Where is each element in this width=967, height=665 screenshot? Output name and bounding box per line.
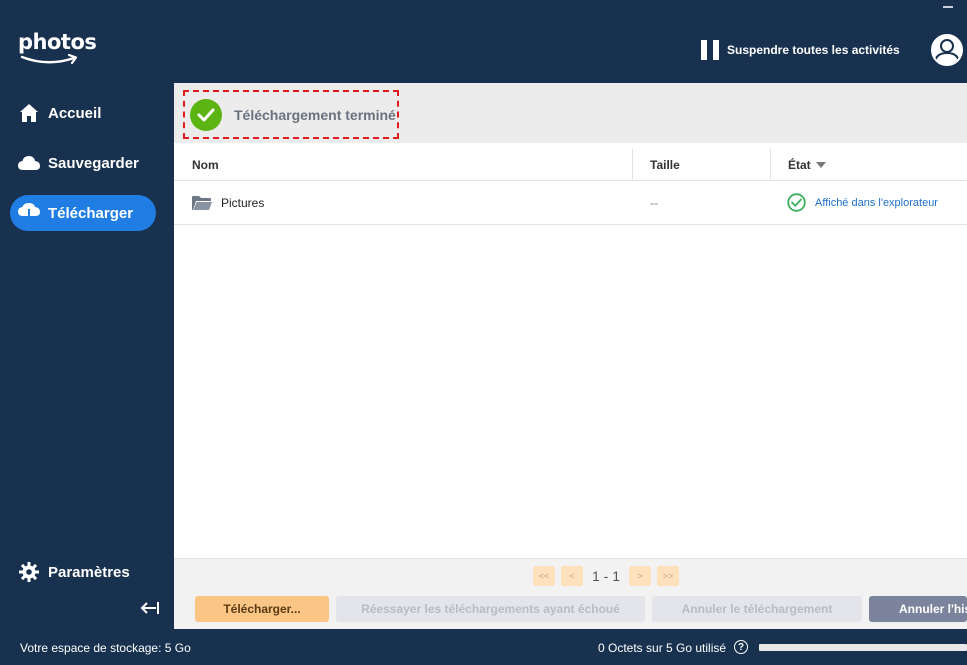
- status-banner: Téléchargement terminé: [174, 83, 967, 143]
- column-divider[interactable]: [770, 149, 771, 180]
- download-button[interactable]: Télécharger...: [195, 596, 329, 622]
- minimize-button[interactable]: [943, 6, 953, 8]
- sidebar: Accueil Sauvegarder Télécharger Paramètr…: [0, 78, 174, 629]
- cancel-download-button[interactable]: Annuler le téléchargement: [652, 596, 862, 622]
- sidebar-item-sauvegarder[interactable]: Sauvegarder: [10, 145, 156, 181]
- status-cell: Affiché dans l'explorateur: [787, 181, 938, 224]
- footer-toolbar: << < 1 - 1 > >> Télécharger... Réessayer…: [174, 558, 967, 629]
- column-header-etat[interactable]: État: [788, 149, 826, 180]
- page-range: 1 - 1: [592, 568, 621, 584]
- home-icon: [18, 102, 40, 124]
- collapse-sidebar-icon[interactable]: [140, 600, 160, 616]
- prev-page-button[interactable]: <: [561, 566, 583, 586]
- title-bar: photos Suspendre toutes les activités: [0, 0, 967, 78]
- app-logo: photos: [18, 30, 97, 54]
- amazon-smile-icon: [20, 53, 78, 65]
- storage-label: Votre espace de stockage: 5 Go: [20, 641, 191, 655]
- sidebar-item-label: Paramètres: [48, 563, 130, 581]
- table-header: Nom Taille État: [174, 149, 967, 181]
- sidebar-item-telecharger[interactable]: Télécharger: [10, 195, 156, 231]
- gear-icon: [18, 561, 40, 583]
- table-row[interactable]: Pictures -- Affiché dans l'explorateur: [174, 181, 967, 225]
- status-message: Téléchargement terminé: [234, 106, 396, 123]
- clear-history-button[interactable]: Annuler l'his: [869, 596, 967, 622]
- pause-all-label: Suspendre toutes les activités: [727, 43, 900, 57]
- pause-all-button[interactable]: Suspendre toutes les activités: [701, 39, 900, 61]
- user-avatar[interactable]: [931, 34, 963, 66]
- sidebar-item-label: Télécharger: [48, 204, 134, 222]
- sidebar-item-label: Accueil: [48, 104, 102, 122]
- user-icon: [933, 36, 961, 64]
- check-circle-icon: [190, 98, 222, 131]
- sort-desc-icon: [815, 161, 826, 168]
- main-content: Téléchargement terminé Nom Taille État P…: [174, 83, 967, 629]
- status-highlight: Téléchargement terminé: [183, 90, 399, 139]
- storage-usage: 0 Octets sur 5 Go utilisé: [598, 641, 727, 655]
- help-icon[interactable]: ?: [734, 640, 748, 654]
- pause-icon: [701, 40, 719, 60]
- cloud-icon: [18, 152, 40, 174]
- sidebar-item-label: Sauvegarder: [48, 154, 139, 172]
- status-bar: Votre espace de stockage: 5 Go 0 Octets …: [0, 629, 967, 665]
- first-page-button[interactable]: <<: [533, 566, 555, 586]
- column-header-nom[interactable]: Nom: [192, 149, 219, 180]
- next-page-button[interactable]: >: [629, 566, 651, 586]
- sidebar-item-parametres[interactable]: Paramètres: [10, 554, 156, 590]
- show-in-explorer-link[interactable]: Affiché dans l'explorateur: [815, 197, 938, 209]
- name-cell: Pictures: [192, 181, 264, 224]
- sidebar-item-accueil[interactable]: Accueil: [10, 95, 156, 131]
- check-circle-outline-icon: [787, 193, 806, 212]
- column-divider[interactable]: [632, 149, 633, 180]
- column-header-taille[interactable]: Taille: [650, 149, 680, 180]
- storage-progress-bar: [759, 644, 967, 651]
- file-name: Pictures: [221, 195, 265, 210]
- last-page-button[interactable]: >>: [657, 566, 679, 586]
- column-header-label: État: [788, 157, 811, 172]
- folder-icon: [192, 195, 212, 210]
- file-size: --: [650, 195, 658, 210]
- retry-failed-button[interactable]: Réessayer les téléchargements ayant écho…: [336, 596, 645, 622]
- cloud-download-icon: [18, 202, 40, 224]
